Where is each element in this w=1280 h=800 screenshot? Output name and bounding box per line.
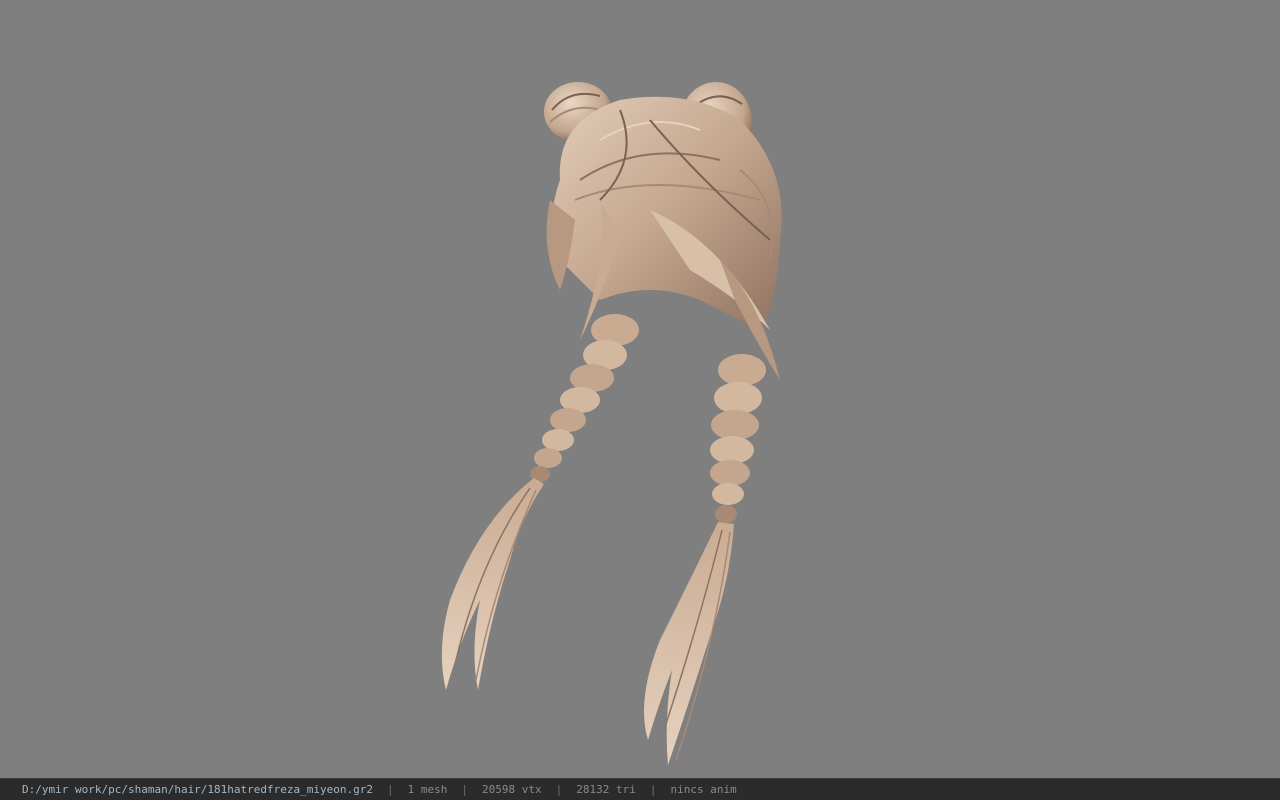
mesh-count: 1 mesh [407, 783, 448, 796]
separator: | [649, 783, 657, 796]
separator: | [387, 783, 394, 796]
right-braid [710, 354, 766, 523]
left-braid [530, 314, 639, 482]
hair-model-render [441, 82, 782, 765]
status-bar: D:/ymir work/pc/shaman/hair/181hatredfre… [0, 778, 1280, 800]
anim-status: nincs anim [670, 783, 737, 796]
separator: | [461, 783, 468, 796]
vertex-count: 20598 vtx [482, 783, 542, 796]
model-viewport[interactable] [0, 0, 1280, 778]
right-braid-tail [644, 522, 734, 765]
file-path: D:/ymir work/pc/shaman/hair/181hatredfre… [22, 783, 373, 796]
triangle-count: 28132 tri [576, 783, 636, 796]
separator: | [555, 783, 563, 796]
